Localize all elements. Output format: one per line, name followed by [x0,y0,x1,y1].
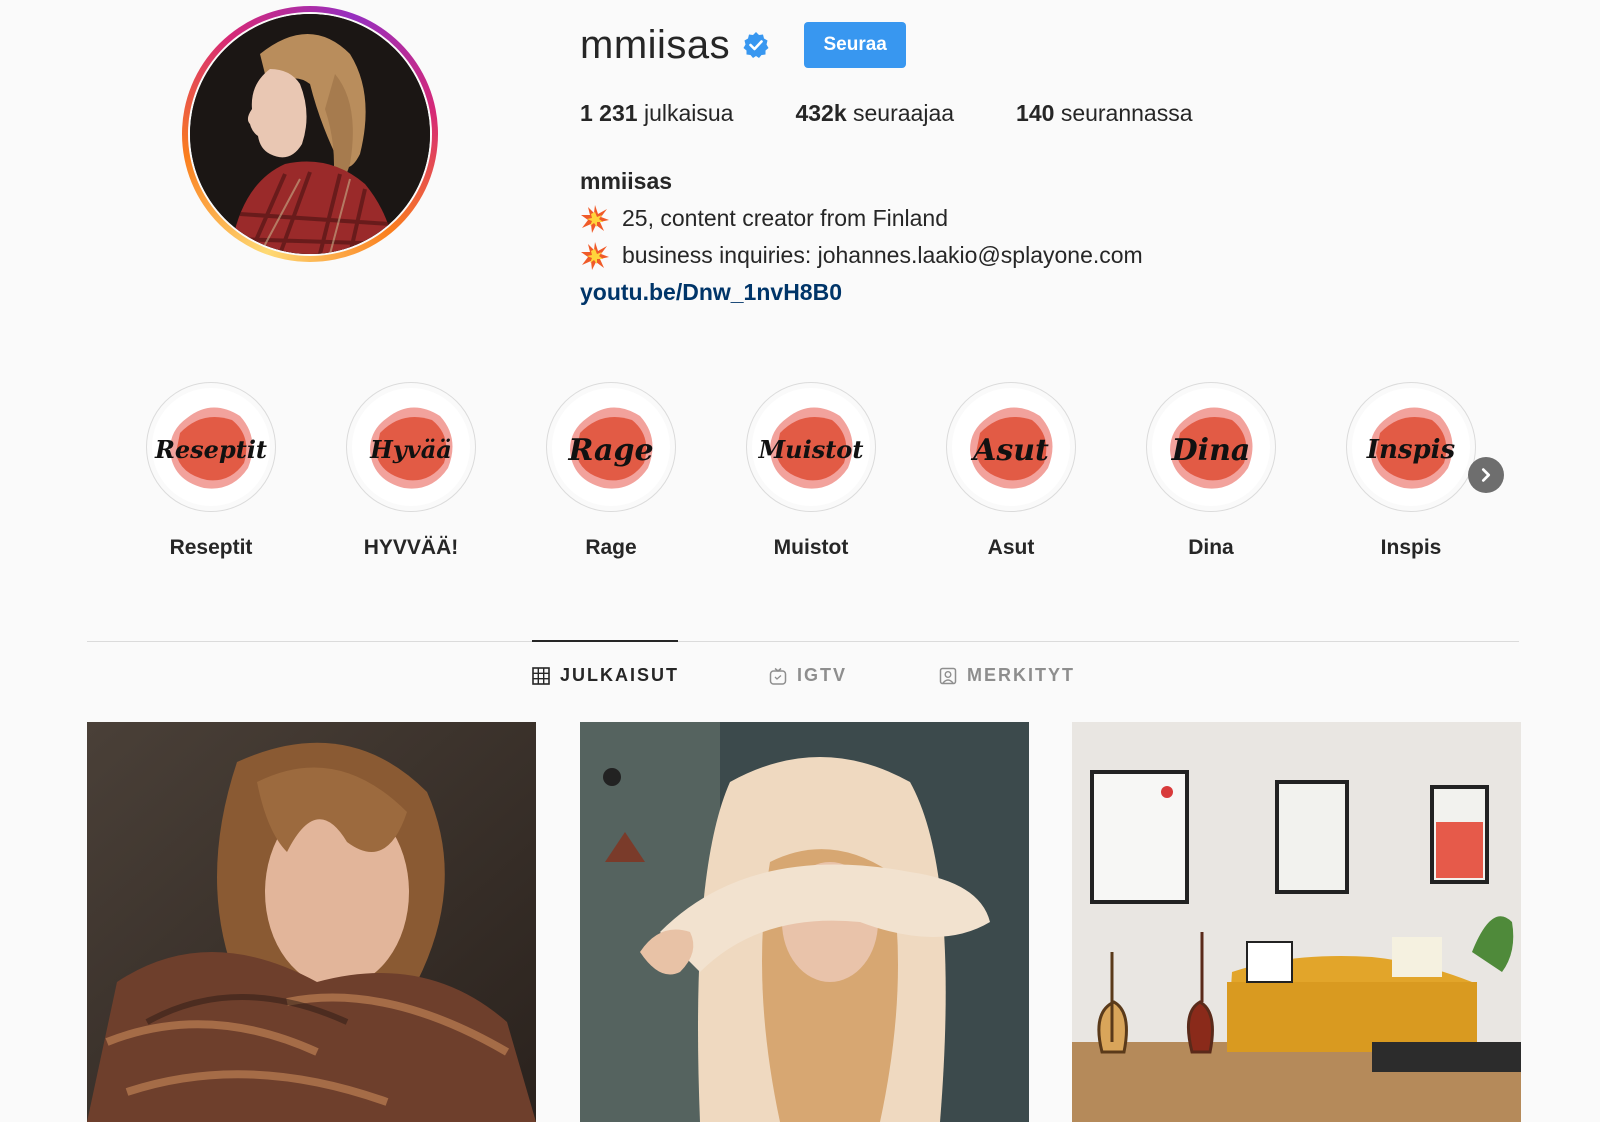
highlight-ring: Reseptit [146,382,276,512]
portrait-photo [87,722,536,1122]
profile-username: mmiisas [580,22,731,67]
igtv-icon [769,667,787,685]
highlight-cover-text: Hyvää [369,435,452,464]
highlight-cover-text: Dina [1171,433,1251,468]
tagged-icon [939,667,957,684]
bio-link[interactable]: youtu.be/Dnw_1nvH8B0 [580,279,842,305]
bio-line-2: business inquiries: johannes.laakio@spla… [580,237,1143,274]
verified-badge-icon [742,31,770,59]
post-1[interactable] [87,722,536,1122]
hoodie-selfie-photo [580,722,1029,1122]
highlight-cover-text: Muistot [758,435,864,464]
post-2[interactable] [580,722,1029,1122]
highlight-hyvvaa[interactable]: Hyvää HYVVÄÄ! [345,382,477,560]
highlight-ring: Asut [946,382,1076,512]
highlight-cover: Asut [952,388,1070,506]
highlight-cover: Inspis [1352,388,1470,506]
bio-line-1: 25, content creator from Finland [580,200,1143,237]
highlight-ring: Dina [1146,382,1276,512]
profile-stats: 1 231 julkaisua 432k seuraajaa 140 seura… [580,100,1255,127]
collision-icon [580,204,610,234]
highlight-ring: Hyvää [346,382,476,512]
highlight-label: Dina [1188,536,1234,559]
highlight-cover-text: Rage [567,433,653,468]
highlight-label: Asut [987,536,1035,559]
highlight-rage[interactable]: Rage Rage [545,382,677,560]
tab-merkityt[interactable]: MERKITYT [939,665,1075,686]
follow-button[interactable]: Seuraa [804,22,907,68]
highlight-label: Inspis [1380,536,1442,559]
highlight-ring: Inspis [1346,382,1476,512]
avatar-photo [190,14,430,254]
stat-following-label: seurannassa [1060,100,1193,126]
tab-julkaisut-label: JULKAISUT [560,665,680,685]
tabs-divider [87,641,1519,642]
highlight-cover: Dina [1152,388,1270,506]
highlight-cover-text: Reseptit [154,435,267,464]
stat-posts[interactable]: 1 231 julkaisua [580,100,733,127]
chevron-right-icon [1481,468,1491,482]
highlight-ring: Muistot [746,382,876,512]
profile-bio: mmiisas 25, content creator from Finland… [580,163,1143,311]
bio-name: mmiisas [580,168,673,194]
highlight-cover-text: Asut [970,433,1049,468]
bio-line-1-text: 25, content creator from Finland [622,205,948,231]
profile-avatar[interactable] [182,6,438,262]
active-tab-indicator [532,640,678,642]
stat-following-count: 140 [1016,100,1055,126]
highlight-ring: Rage [546,382,676,512]
stat-followers[interactable]: 432k seuraajaa [795,100,954,127]
profile-tabs: JULKAISUT IGTV MERKITYT [0,665,1600,695]
highlight-label: Reseptit [169,536,253,559]
stat-following[interactable]: 140 seurannassa [1016,100,1192,127]
tab-julkaisut[interactable]: JULKAISUT [532,665,679,686]
stat-posts-label: julkaisua [643,100,734,126]
story-highlights: Reseptit Reseptit Hyvää HYVVÄÄ! Rage Rag… [145,382,1505,562]
highlights-next-button[interactable] [1468,457,1504,493]
highlight-reseptit[interactable]: Reseptit Reseptit [145,382,277,560]
highlight-asut[interactable]: Asut Asut [945,382,1077,560]
post-3[interactable] [1072,722,1521,1122]
highlight-label: Rage [585,536,637,559]
stat-followers-label: seuraajaa [853,100,955,126]
highlight-cover: Muistot [752,388,870,506]
collision-icon [580,241,610,271]
highlight-cover-text: Inspis [1366,435,1456,465]
tab-igtv-label: IGTV [797,665,848,685]
highlight-muistot[interactable]: Muistot Muistot [745,382,877,560]
living-room-photo [1072,722,1521,1122]
stat-posts-count: 1 231 [580,100,638,126]
highlight-inspis[interactable]: Inspis Inspis [1345,382,1477,560]
highlight-cover: Reseptit [152,388,270,506]
stat-followers-count: 432k [795,100,847,126]
highlight-label: HYVVÄÄ! [363,536,459,559]
highlight-label: Muistot [773,536,849,559]
tab-igtv[interactable]: IGTV [769,665,847,686]
profile-header-row: mmiisas Seuraa [580,20,907,70]
highlight-cover: Rage [552,388,670,506]
highlight-cover: Hyvää [352,388,470,506]
grid-icon [532,666,550,685]
bio-line-2-text: business inquiries: johannes.laakio@spla… [622,242,1143,268]
tab-merkityt-label: MERKITYT [967,665,1075,685]
highlight-dina[interactable]: Dina Dina [1145,382,1277,560]
